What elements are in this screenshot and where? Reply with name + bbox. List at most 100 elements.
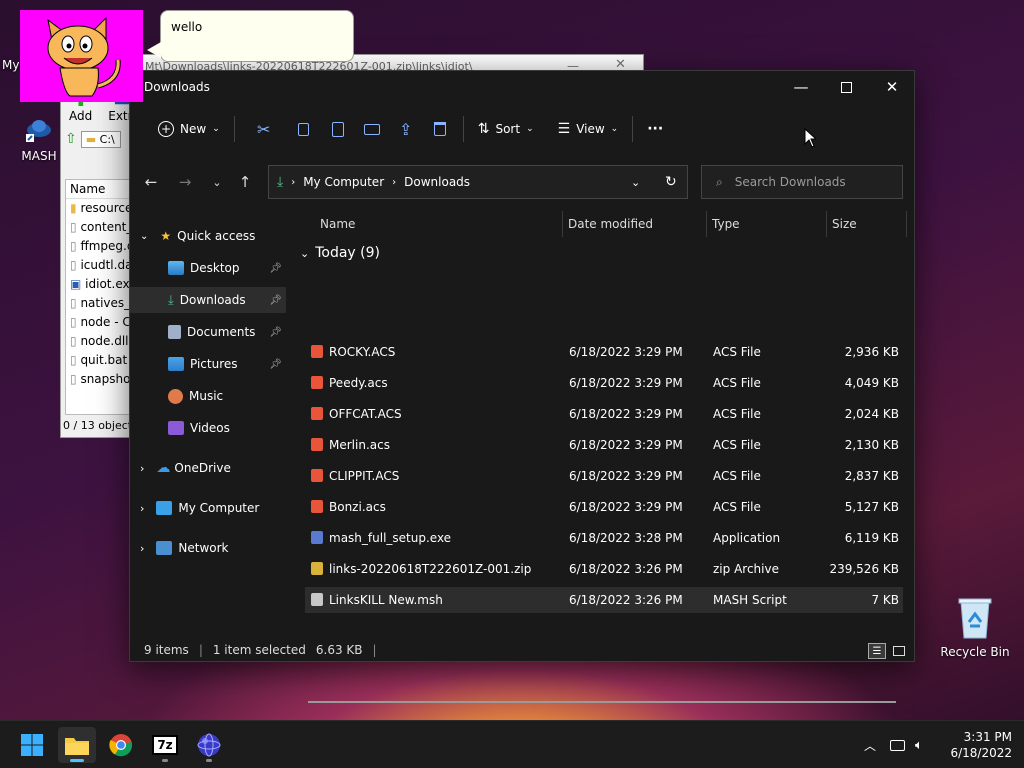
close-button[interactable]: ✕: [869, 71, 915, 103]
sidebar-item-my-computer[interactable]: › My Computer: [130, 495, 286, 521]
sidebar-item-downloads[interactable]: ⤓ Downloads 📌︎: [130, 287, 286, 313]
file-icon: ▯: [70, 315, 77, 329]
zip-address-input[interactable]: ▬ C:\: [80, 130, 121, 148]
sidebar-item-music[interactable]: Music: [130, 383, 286, 409]
forward-button[interactable]: →: [172, 165, 198, 199]
system-tray: ︿ 🔈︎: [864, 721, 923, 768]
breadcrumb-downloads[interactable]: Downloads: [404, 175, 470, 189]
new-button[interactable]: + New ⌄: [150, 113, 228, 145]
taskbar-chrome[interactable]: [102, 727, 140, 763]
volume-icon[interactable]: 🔈︎: [915, 738, 923, 753]
table-row[interactable]: LinksKILL New.msh 6/18/2022 3:26 PM MASH S…: [305, 587, 903, 613]
table-row[interactable]: Bonzi.acs 6/18/2022 3:29 PM ACS File 5,127 …: [305, 494, 903, 520]
up-button[interactable]: ↑: [232, 165, 258, 199]
sidebar-item-label: Desktop: [190, 261, 240, 275]
column-header-label: Type: [712, 217, 740, 231]
view-button[interactable]: ☰ View ⌄: [550, 113, 627, 145]
desktop-agent-cat[interactable]: [20, 10, 143, 102]
maximize-button[interactable]: [823, 71, 869, 103]
rename-button[interactable]: [357, 113, 387, 145]
sidebar-item-onedrive[interactable]: › ☁ OneDrive: [130, 455, 286, 481]
paste-button[interactable]: [323, 113, 353, 145]
table-row[interactable]: CLIPPIT.ACS 6/18/2022 3:29 PM ACS File 2,83…: [305, 463, 903, 489]
arrow-up-icon: ↑: [238, 173, 252, 191]
zip-file-list[interactable]: Name ▮ resources ▯ content_ ▯ ffmpeg.d ▯…: [65, 179, 131, 415]
speech-bubble-text: wello: [171, 20, 203, 34]
address-history-button[interactable]: ⌄: [631, 176, 640, 189]
file-explorer-window[interactable]: Downloads — ✕ + New ⌄ ✂ ⇪ ⇅ Sort ⌄ ☰ Vie…: [129, 70, 916, 703]
network-status-icon[interactable]: [890, 739, 906, 751]
pin-icon[interactable]: 📌︎: [269, 327, 282, 338]
show-hidden-icons-button[interactable]: ︿: [864, 737, 876, 754]
pin-icon[interactable]: 📌︎: [269, 295, 282, 306]
more-options-button[interactable]: ···: [639, 113, 671, 145]
file-type: ACS File: [713, 469, 761, 483]
sidebar-item-pictures[interactable]: Pictures 📌︎: [130, 351, 286, 377]
list-item[interactable]: ▯ ffmpeg.d: [66, 237, 130, 256]
zip-column-name[interactable]: Name: [66, 180, 130, 199]
sidebar-item-desktop[interactable]: Desktop 📌︎: [130, 255, 286, 281]
up-folder-icon[interactable]: ⇧: [65, 131, 77, 147]
table-row[interactable]: ROCKY.ACS 6/18/2022 3:29 PM ACS File 2,936 …: [305, 339, 903, 365]
delete-button[interactable]: [425, 113, 455, 145]
table-row[interactable]: links-20220618T222601Z-001.zip 6/18/2022 …: [305, 556, 903, 582]
column-header-date-modified[interactable]: Date modified: [562, 211, 706, 237]
list-item[interactable]: ▯ snapshot: [66, 370, 130, 389]
table-row[interactable]: Merlin.acs 6/18/2022 3:29 PM ACS File 2,130…: [305, 432, 903, 458]
list-item[interactable]: ▯ natives_b: [66, 294, 130, 313]
sidebar-item-network[interactable]: › Network: [130, 535, 286, 561]
desktop-icon-mash[interactable]: MASH: [14, 112, 64, 163]
acs-file-icon: [311, 500, 323, 513]
list-item[interactable]: ▯ quit.bat: [66, 351, 130, 370]
recent-locations-button[interactable]: ⌄: [204, 165, 230, 199]
copy-button[interactable]: [289, 113, 319, 145]
back-button[interactable]: ←: [138, 165, 164, 199]
list-item[interactable]: ▣ idiot.exe: [66, 275, 130, 294]
list-item[interactable]: ▯ content_: [66, 218, 130, 237]
tiles-view-button[interactable]: [890, 643, 908, 659]
file-name: Bonzi.acs: [329, 500, 386, 514]
pin-icon[interactable]: 📌︎: [269, 263, 282, 274]
pin-icon[interactable]: 📌︎: [269, 359, 282, 370]
list-item[interactable]: ▮ resources: [66, 199, 130, 218]
sidebar-item-videos[interactable]: Videos: [130, 415, 286, 441]
list-item[interactable]: ▯ node - C: [66, 313, 130, 332]
open-app-indicator: [206, 759, 212, 762]
address-bar[interactable]: ⤓ › My Computer › Downloads ⌄ ↻: [268, 165, 688, 199]
sort-button[interactable]: ⇅ Sort ⌄: [470, 113, 542, 145]
search-input[interactable]: ⌕ Search Downloads: [701, 165, 903, 199]
file-name: mash_full_setup.exe: [329, 531, 452, 545]
column-header-type[interactable]: Type: [706, 211, 826, 237]
group-header-today[interactable]: ⌄ Today (9): [300, 245, 380, 261]
table-row[interactable]: mash_full_setup.exe 6/18/2022 3:28 PM Appl…: [305, 525, 903, 551]
sidebar-item-quick-access[interactable]: ⌄ ★ Quick access: [130, 223, 286, 249]
column-header-name[interactable]: Name: [314, 211, 564, 237]
horizontal-scrollbar[interactable]: [308, 701, 896, 703]
trash-icon: [433, 122, 446, 136]
sidebar-item-documents[interactable]: Documents 📌︎: [130, 319, 286, 345]
file-date-modified: 6/18/2022 3:28 PM: [569, 531, 683, 545]
taskbar-7zip[interactable]: 7z: [146, 727, 184, 763]
cut-button[interactable]: ✂: [249, 113, 279, 145]
breadcrumb-my-computer[interactable]: My Computer: [303, 175, 384, 189]
table-row[interactable]: OFFCAT.ACS 6/18/2022 3:29 PM ACS File 2,024…: [305, 401, 903, 427]
desktop-icon-my-computer-partial[interactable]: My: [2, 58, 22, 72]
file-icon: ▯: [70, 258, 77, 272]
desktop-icon-recycle-bin[interactable]: Recycle Bin: [940, 596, 1010, 659]
column-header-size[interactable]: Size: [826, 211, 906, 237]
minimize-button[interactable]: —: [778, 71, 824, 103]
start-button[interactable]: [13, 727, 51, 763]
file-date-modified: 6/18/2022 3:29 PM: [569, 407, 683, 421]
details-view-button[interactable]: ☰: [868, 643, 886, 659]
taskbar-mash[interactable]: [190, 727, 228, 763]
share-button[interactable]: ⇪: [391, 113, 421, 145]
list-item[interactable]: ▯ node.dll: [66, 332, 130, 351]
file-size: 2,936 KB: [844, 345, 899, 359]
clock[interactable]: 3:31 PM 6/18/2022: [946, 729, 1012, 761]
table-row[interactable]: Peedy.acs 6/18/2022 3:29 PM ACS File 4,049 …: [305, 370, 903, 396]
list-item[interactable]: ▯ icudtl.da: [66, 256, 130, 275]
taskbar-file-explorer[interactable]: [58, 727, 96, 763]
refresh-button[interactable]: ↻: [665, 174, 677, 190]
sidebar-item-label: Videos: [190, 421, 230, 435]
file-list-pane[interactable]: Name Date modified Type Size ⌄ Today (9)…: [290, 211, 916, 703]
